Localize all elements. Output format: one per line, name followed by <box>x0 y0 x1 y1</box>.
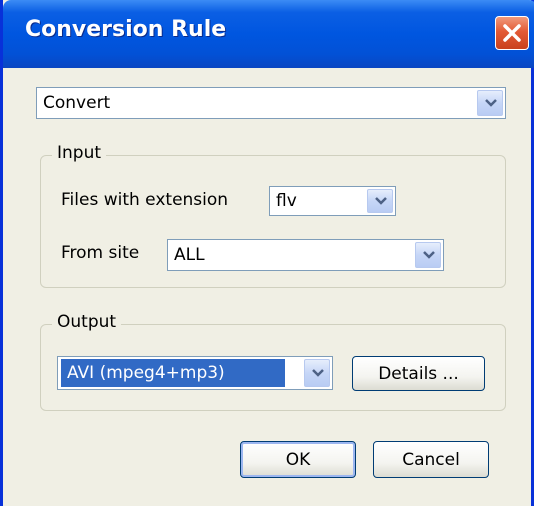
site-value: ALL <box>174 245 205 265</box>
ok-button[interactable]: OK <box>240 441 356 478</box>
rule-type-dropdown-button[interactable] <box>477 90 503 116</box>
rule-type-select[interactable]: Convert <box>36 87 506 119</box>
output-format-value: AVI (mpeg4+mp3) <box>61 359 285 387</box>
site-label: From site <box>61 243 140 263</box>
site-dropdown-button[interactable] <box>415 242 441 268</box>
site-select[interactable]: ALL <box>167 239 444 271</box>
chevron-down-icon <box>312 369 324 377</box>
extension-label: Files with extension <box>61 190 229 210</box>
details-button[interactable]: Details ... <box>352 356 485 391</box>
extension-select[interactable]: flv <box>269 186 396 216</box>
close-button[interactable] <box>495 16 529 50</box>
chevron-down-icon <box>485 99 497 107</box>
close-icon <box>503 24 521 42</box>
chevron-down-icon <box>423 251 435 259</box>
chevron-down-icon <box>375 197 387 205</box>
output-format-select[interactable]: AVI (mpeg4+mp3) <box>57 356 333 390</box>
input-group-legend: Input <box>52 143 107 163</box>
extension-value: flv <box>276 191 297 211</box>
conversion-rule-dialog: Conversion Rule Convert Input Files with… <box>0 0 534 506</box>
extension-dropdown-button[interactable] <box>367 189 393 213</box>
cancel-button[interactable]: Cancel <box>373 441 489 478</box>
window-title: Conversion Rule <box>25 17 227 42</box>
title-bar[interactable]: Conversion Rule <box>3 0 534 68</box>
output-format-dropdown-button[interactable] <box>304 359 330 387</box>
output-group-legend: Output <box>52 312 122 332</box>
rule-type-value: Convert <box>43 93 111 113</box>
